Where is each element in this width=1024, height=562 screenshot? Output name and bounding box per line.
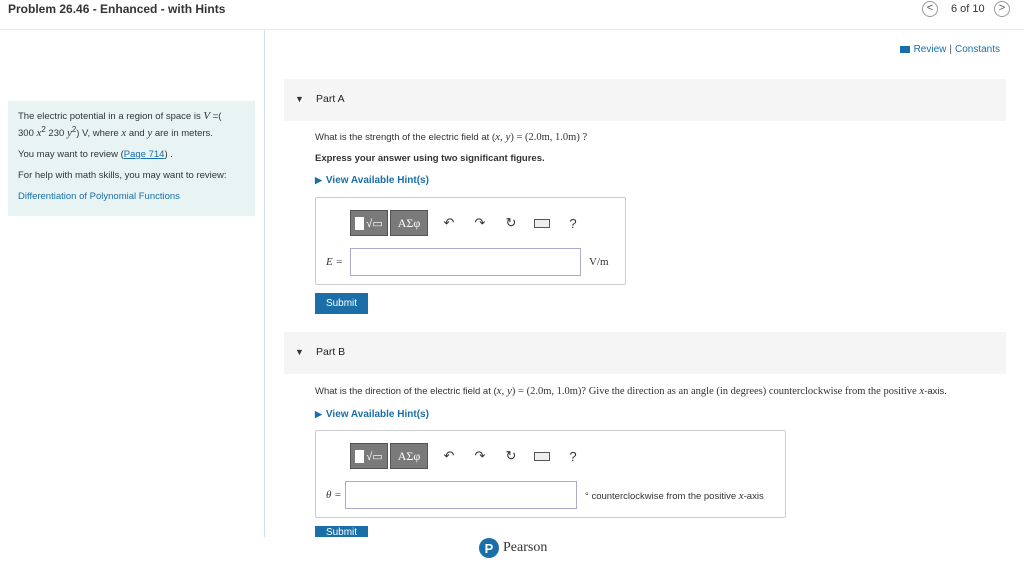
part-b-answer-box: √▭ ΑΣφ ↶ ↷ ↻ ? θ = ° counterclockwise fr… xyxy=(315,430,786,518)
greek-symbols-button[interactable]: ΑΣφ xyxy=(390,443,428,469)
reset-icon[interactable]: ↻ xyxy=(501,215,521,231)
reset-icon[interactable]: ↻ xyxy=(501,448,521,464)
math-help-link[interactable]: Differentiation of Polynomial Functions xyxy=(18,190,245,203)
collapse-triangle-icon: ▼ xyxy=(295,94,304,104)
part-a-question: What is the strength of the electric fie… xyxy=(315,131,588,143)
math-toolbar: √▭ ΑΣφ ↶ ↷ ↻ ? xyxy=(350,210,583,236)
review-icon xyxy=(899,45,910,53)
part-b-submit-button[interactable]: Submit xyxy=(315,526,368,537)
part-a-answer-box: √▭ ΑΣφ ↶ ↷ ↻ ? E = V/m xyxy=(315,197,626,285)
expand-arrow-icon: ▶ xyxy=(315,175,322,185)
potential-statement: The electric potential in a region of sp… xyxy=(18,110,222,140)
theta-answer-input[interactable] xyxy=(345,481,577,509)
help-icon[interactable]: ? xyxy=(563,216,583,231)
review-constants-links: Review | Constants xyxy=(899,44,1000,55)
part-a-header[interactable]: ▼ Part A xyxy=(284,79,1006,121)
template-square-icon xyxy=(355,449,365,463)
pearson-logo: P Pearson xyxy=(479,538,547,558)
part-b-hint-toggle[interactable]: ▶ View Available Hint(s) xyxy=(315,409,429,420)
part-a-label: Part A xyxy=(316,93,345,105)
pearson-p-icon: P xyxy=(479,538,499,558)
part-a-instruction: Express your answer using two significan… xyxy=(315,153,545,164)
theta-unit-label: ° counterclockwise from the positive x-a… xyxy=(585,490,764,502)
radical-icon: √▭ xyxy=(366,450,383,463)
part-b-label: Part B xyxy=(316,346,346,358)
part-b-question: What is the direction of the electric fi… xyxy=(315,385,947,397)
theta-equals-label: θ = xyxy=(326,489,342,501)
problem-counter: 6 of 10 xyxy=(951,3,985,15)
template-square-icon xyxy=(355,216,365,230)
keyboard-icon[interactable] xyxy=(532,216,552,231)
undo-icon[interactable]: ↶ xyxy=(439,448,459,464)
help-icon[interactable]: ? xyxy=(563,449,583,464)
keyboard-icon[interactable] xyxy=(532,449,552,464)
column-divider xyxy=(264,30,265,537)
help-text: For help with math skills, you may want … xyxy=(18,170,227,182)
e-equals-label: E = xyxy=(326,256,343,268)
review-link[interactable]: Review xyxy=(914,44,947,55)
top-bar: Problem 26.46 - Enhanced - with Hints < … xyxy=(0,0,1024,30)
redo-icon[interactable]: ↷ xyxy=(470,215,490,231)
redo-icon[interactable]: ↷ xyxy=(470,448,490,464)
part-a-submit-button[interactable]: Submit xyxy=(315,293,368,314)
pearson-brand-text: Pearson xyxy=(503,540,548,555)
math-toolbar: √▭ ΑΣφ ↶ ↷ ↻ ? xyxy=(350,443,583,469)
problem-title: Problem 26.46 - Enhanced - with Hints xyxy=(8,2,226,16)
e-answer-input[interactable] xyxy=(350,248,581,276)
collapse-triangle-icon: ▼ xyxy=(295,347,304,357)
part-a-hint-toggle[interactable]: ▶ View Available Hint(s) xyxy=(315,175,429,186)
greek-symbols-button[interactable]: ΑΣφ xyxy=(390,210,428,236)
problem-statement-panel: The electric potential in a region of sp… xyxy=(8,101,255,216)
previous-problem-button[interactable]: < xyxy=(922,1,938,17)
page-link[interactable]: Page 714 xyxy=(124,149,165,160)
next-problem-button[interactable]: > xyxy=(994,1,1010,17)
templates-button[interactable]: √▭ xyxy=(350,443,388,469)
review-suggestion: You may want to review (Page 714) . xyxy=(18,149,173,161)
radical-icon: √▭ xyxy=(366,217,383,230)
undo-icon[interactable]: ↶ xyxy=(439,215,459,231)
e-unit-label: V/m xyxy=(589,256,609,268)
templates-button[interactable]: √▭ xyxy=(350,210,388,236)
part-b-header[interactable]: ▼ Part B xyxy=(284,332,1006,374)
expand-arrow-icon: ▶ xyxy=(315,409,322,419)
constants-link[interactable]: Constants xyxy=(955,44,1000,55)
